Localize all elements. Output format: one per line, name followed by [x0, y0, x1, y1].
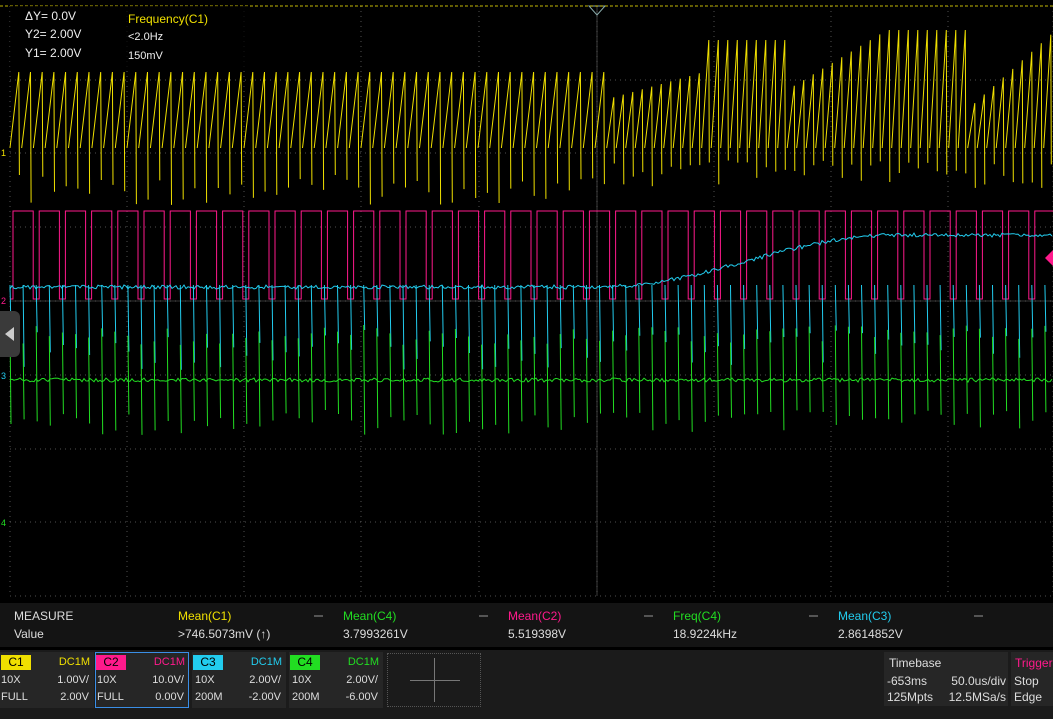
timebase-memory: 125Mpts: [887, 690, 934, 704]
channel-offset: -2.00V: [248, 691, 281, 703]
trigger-title: Trigger: [1015, 656, 1053, 670]
measure-item-value: 5.519398V: [508, 627, 567, 641]
cursor-readout: ΔY= 0.0V Y2= 2.00V Y1= 2.00V Frequency(C…: [10, 6, 248, 68]
measure-item-dash: [809, 615, 818, 617]
measure-header: MEASURE: [14, 609, 74, 623]
trigger-state: Stop: [1014, 674, 1039, 688]
cursor-y2: Y2= 2.00V: [25, 27, 82, 41]
waveform-display[interactable]: 1 2 3 4 ΔY= 0.0V Y2= 2.00V Y1= 2.00V Fre…: [0, 0, 1053, 600]
measure-item-dash: [479, 615, 488, 617]
trigger-position-marker: [587, 5, 607, 16]
quick-measure-value2: 150mV: [128, 50, 163, 62]
quick-measure-title: Frequency(C1): [128, 12, 209, 26]
measure-item-value: 18.9224kHz: [673, 627, 738, 641]
channel-c2-box[interactable]: C2 DC1M 10X 10.0V/ FULL 0.00V: [95, 652, 189, 708]
channel-offset: 2.00V: [60, 691, 89, 703]
timebase-box[interactable]: Timebase -653ms 50.0us/div 125Mpts 12.5M…: [884, 652, 1008, 706]
channel-scale: 1.00V/: [57, 674, 89, 686]
measure-item-name[interactable]: Mean(C4): [343, 609, 396, 623]
timebase-delay: -653ms: [887, 674, 928, 688]
channel-c2-label: C2: [96, 655, 126, 670]
channel-offset: 0.00V: [155, 691, 184, 703]
trigger-level-marker[interactable]: [1045, 250, 1053, 266]
measure-item-value: 2.8614852V: [838, 627, 903, 641]
channel-marker-4: 4: [1, 518, 6, 528]
measure-item-value: >746.5073mV (↑): [178, 627, 271, 641]
channel-coupling: DC1M: [347, 656, 379, 668]
timebase-scale: 50.0us/div: [951, 674, 1006, 688]
channel-coupling: DC1M: [153, 656, 185, 668]
trigger-box[interactable]: Trigger Stop Edge: [1011, 652, 1053, 706]
measure-item-name[interactable]: Mean(C3): [838, 609, 891, 623]
channel-bandwidth: FULL: [1, 691, 28, 703]
crosshair-icon: [434, 658, 435, 702]
channel-c1-box[interactable]: C1 DC1M 10X 1.00V/ FULL 2.00V: [0, 652, 94, 708]
timebase-sample-rate: 12.5MSa/s: [948, 690, 1006, 704]
chevron-left-icon: [5, 327, 14, 341]
add-channel-slot[interactable]: [387, 653, 481, 707]
channel-marker-2: 2: [1, 296, 6, 306]
channel-coupling: DC1M: [58, 656, 90, 668]
channel-marker-1: 1: [1, 148, 6, 158]
channel-probe: 10X: [1, 674, 21, 686]
channel-c4-box[interactable]: C4 DC1M 10X 2.00V/ 200M -6.00V: [289, 652, 383, 708]
channel-probe: 10X: [97, 674, 117, 686]
channel-probe: 10X: [195, 674, 215, 686]
crosshair-icon: [410, 680, 460, 681]
channel-coupling: DC1M: [250, 656, 282, 668]
measure-item-value: 3.7993261V: [343, 627, 408, 641]
measure-item-dash: [974, 615, 983, 617]
measure-item-name[interactable]: Freq(C4): [673, 609, 721, 623]
cursor-y1: Y1= 2.00V: [25, 46, 82, 60]
channel-bandwidth: 200M: [292, 691, 320, 703]
channel-c3-box[interactable]: C3 DC1M 10X 2.00V/ 200M -2.00V: [192, 652, 286, 708]
channel-scale: 10.0V/: [152, 674, 184, 686]
measure-item-name[interactable]: Mean(C2): [508, 609, 561, 623]
channel-marker-3: 3: [1, 371, 6, 381]
channel-c3-label: C3: [193, 655, 223, 670]
channel-bandwidth: 200M: [195, 691, 223, 703]
measure-row-label: Value: [14, 627, 44, 641]
cursor-delta-y: ΔY= 0.0V: [25, 9, 77, 23]
trigger-type: Edge: [1014, 690, 1043, 704]
channel-bar: C1 DC1M 10X 1.00V/ FULL 2.00V C2 DC1M 10…: [0, 650, 1053, 719]
timebase-title: Timebase: [889, 656, 942, 670]
channel-offset: -6.00V: [345, 691, 378, 703]
measure-panel[interactable]: MEASURE Value Mean(C1) >746.5073mV (↑) M…: [0, 603, 1053, 647]
markers-layer: 1 2 3 4: [0, 5, 1053, 528]
quick-measure-value1: <2.0Hz: [128, 31, 164, 43]
measure-item-dash: [644, 615, 653, 617]
measure-item-name[interactable]: Mean(C1): [178, 609, 231, 623]
channel-c4-label: C4: [290, 655, 320, 670]
channel-scale: 2.00V/: [249, 674, 281, 686]
side-panel-toggle[interactable]: [0, 311, 20, 357]
channel-probe: 10X: [292, 674, 312, 686]
channel-c1-label: C1: [1, 655, 31, 670]
channel-bandwidth: FULL: [97, 691, 124, 703]
channel-scale: 2.00V/: [346, 674, 378, 686]
measure-item-dash: [314, 615, 323, 617]
